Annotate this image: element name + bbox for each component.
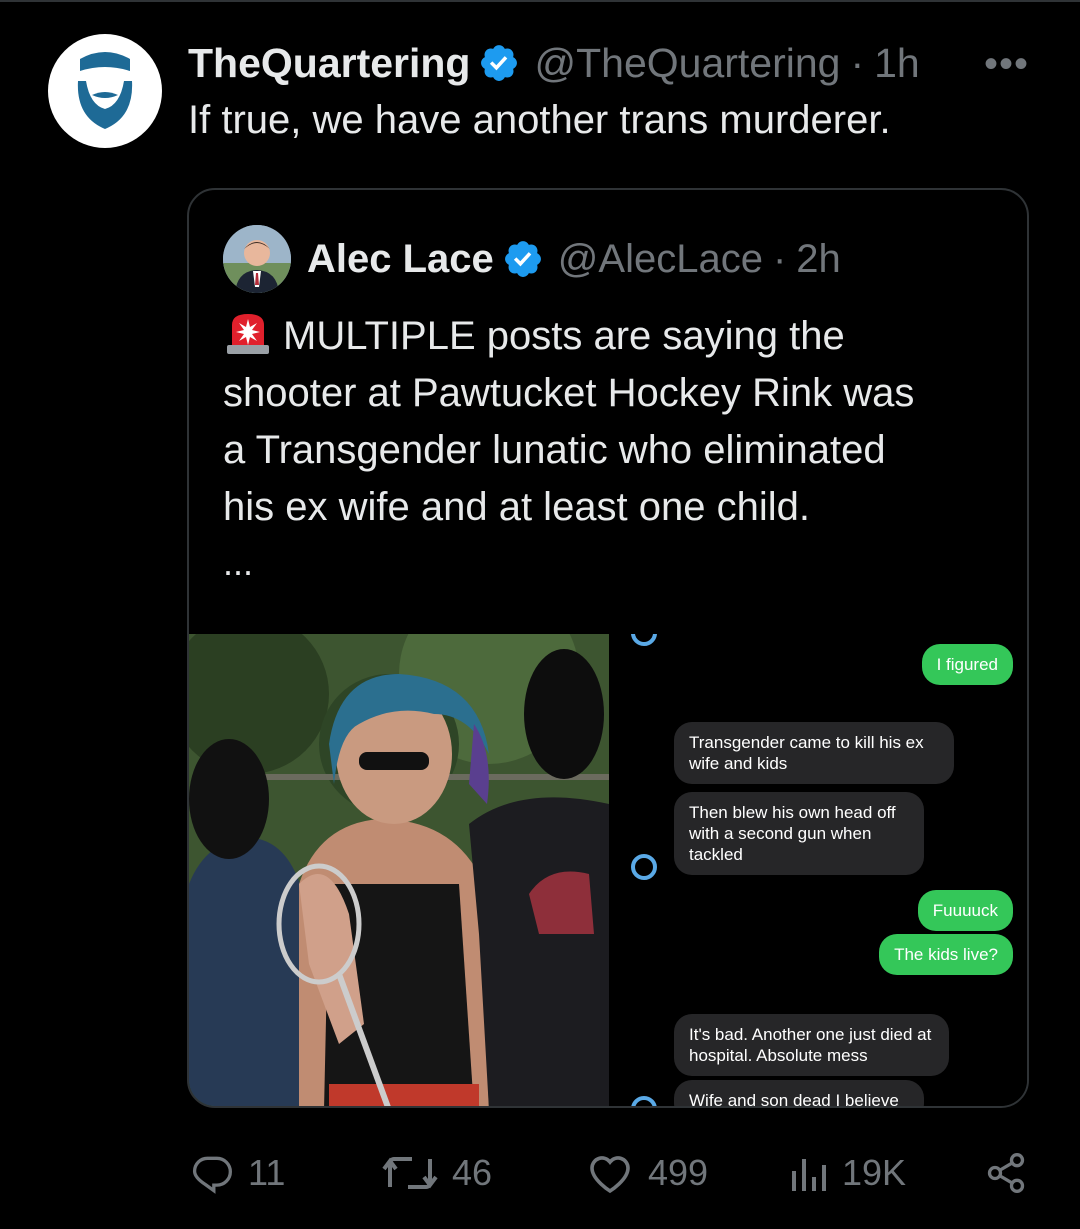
reply-action[interactable]: 11 bbox=[190, 1150, 285, 1196]
author-handle[interactable]: @TheQuartering bbox=[534, 40, 840, 87]
quoted-avatar[interactable] bbox=[223, 225, 291, 293]
quoted-header: Alec Lace @AlecLace · 2h bbox=[223, 224, 841, 294]
siren-emoji-icon bbox=[227, 314, 269, 354]
received-message-bubble: It's bad. Another one just died at hospi… bbox=[674, 1014, 949, 1076]
quoted-text-line-3: a Transgender lunatic who eliminated bbox=[223, 428, 886, 472]
quoted-text: MULTIPLE posts are saying the shooter at… bbox=[223, 308, 993, 536]
views-action[interactable]: 19K bbox=[788, 1150, 906, 1196]
repost-count: 46 bbox=[452, 1152, 493, 1193]
chat-avatar-icon bbox=[631, 1096, 657, 1106]
heart-icon bbox=[590, 1156, 630, 1194]
quoted-author-handle[interactable]: @AlecLace bbox=[558, 237, 763, 282]
repost-action[interactable]: 46 bbox=[382, 1150, 492, 1196]
more-options-icon[interactable]: ••• bbox=[984, 42, 1029, 87]
chat-avatar-icon bbox=[631, 854, 657, 880]
quoted-text-line-4: his ex wife and at least one child. bbox=[223, 485, 811, 529]
received-message-bubble: Wife and son dead I believe bbox=[674, 1080, 924, 1106]
dot-separator: · bbox=[850, 39, 865, 86]
verified-badge-icon bbox=[481, 45, 518, 81]
received-message-bubble: Then blew his own head off with a second… bbox=[674, 792, 924, 875]
views-count: 19K bbox=[842, 1152, 907, 1193]
quoted-text-line-1: MULTIPLE posts are saying the bbox=[283, 314, 845, 358]
author-avatar[interactable] bbox=[48, 34, 162, 148]
sent-message-bubble: I figured bbox=[921, 644, 1013, 685]
like-action[interactable]: 499 bbox=[586, 1150, 708, 1196]
person-photo-icon bbox=[223, 225, 291, 293]
quoted-timestamp[interactable]: 2h bbox=[796, 237, 841, 282]
tweet-text: If true, we have another trans murderer. bbox=[188, 98, 891, 142]
like-count: 499 bbox=[648, 1152, 709, 1193]
sent-message-bubble: The kids live? bbox=[879, 934, 1013, 975]
quoted-tweet[interactable]: Alec Lace @AlecLace · 2h MULTIPLE posts … bbox=[187, 188, 1029, 1108]
attached-photo[interactable] bbox=[189, 634, 609, 1106]
tweet-header: TheQuartering @TheQuartering · 1h bbox=[188, 38, 920, 88]
author-name[interactable]: TheQuartering bbox=[188, 40, 470, 87]
reply-count: 11 bbox=[248, 1152, 286, 1193]
group-photo-image bbox=[189, 634, 609, 1106]
share-icon bbox=[987, 1153, 1025, 1193]
text-message-screenshot[interactable]: I figured Transgender came to kill his ex… bbox=[609, 634, 1027, 1106]
quoted-author-name[interactable]: Alec Lace bbox=[307, 237, 494, 282]
repost-icon bbox=[382, 1157, 438, 1189]
verified-badge-icon bbox=[504, 241, 541, 277]
views-icon bbox=[792, 1159, 826, 1191]
chat-avatar-icon bbox=[631, 634, 657, 646]
timestamp[interactable]: 1h bbox=[874, 40, 920, 87]
bearded-logo-icon bbox=[77, 52, 133, 129]
quoted-text-line-2: shooter at Pawtucket Hockey Rink was bbox=[223, 371, 915, 415]
reply-icon bbox=[192, 1156, 232, 1194]
quoted-text-line: MULTIPLE posts are saying the bbox=[223, 308, 993, 365]
sent-message-bubble: Fuuuuck bbox=[917, 890, 1013, 931]
top-divider bbox=[0, 0, 1080, 2]
dot-separator: · bbox=[772, 236, 787, 281]
share-action[interactable] bbox=[984, 1150, 1042, 1196]
show-more-ellipsis[interactable]: ... bbox=[223, 542, 253, 584]
received-message-bubble: Transgender came to kill his ex wife and… bbox=[674, 722, 954, 784]
